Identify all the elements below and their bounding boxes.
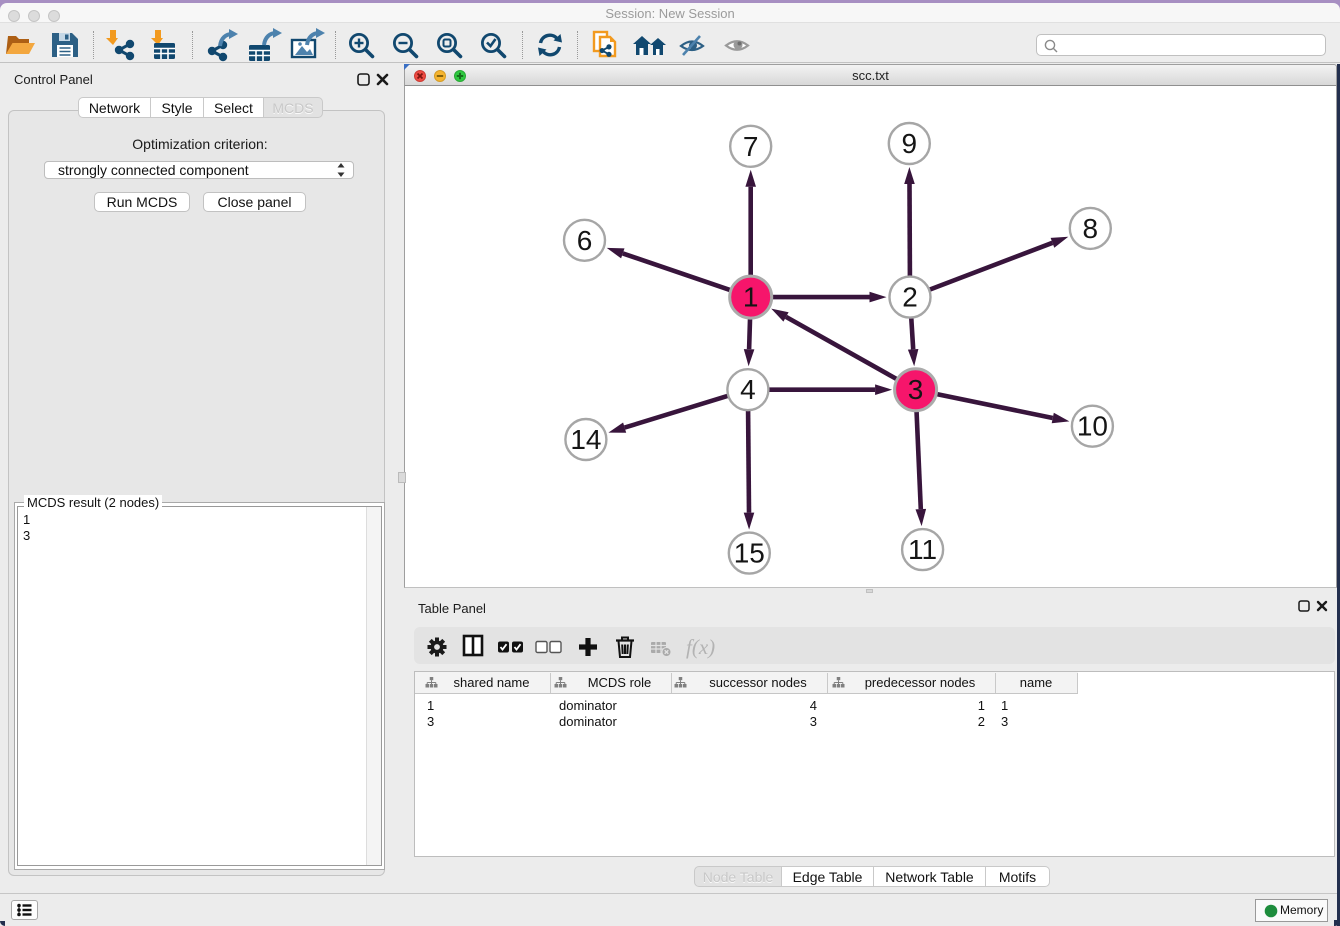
svg-text:3: 3	[908, 374, 924, 405]
svg-text:1: 1	[743, 282, 759, 313]
svg-text:6: 6	[577, 225, 593, 256]
svg-text:4: 4	[740, 374, 756, 405]
svg-text:7: 7	[743, 131, 759, 162]
svg-text:2: 2	[902, 282, 918, 313]
svg-text:9: 9	[902, 128, 918, 159]
svg-text:8: 8	[1083, 213, 1099, 244]
svg-text:11: 11	[908, 534, 937, 565]
svg-text:15: 15	[734, 538, 765, 569]
svg-text:10: 10	[1077, 411, 1108, 442]
svg-text:14: 14	[570, 424, 601, 455]
svg-text:f(x): f(x)	[686, 635, 715, 659]
